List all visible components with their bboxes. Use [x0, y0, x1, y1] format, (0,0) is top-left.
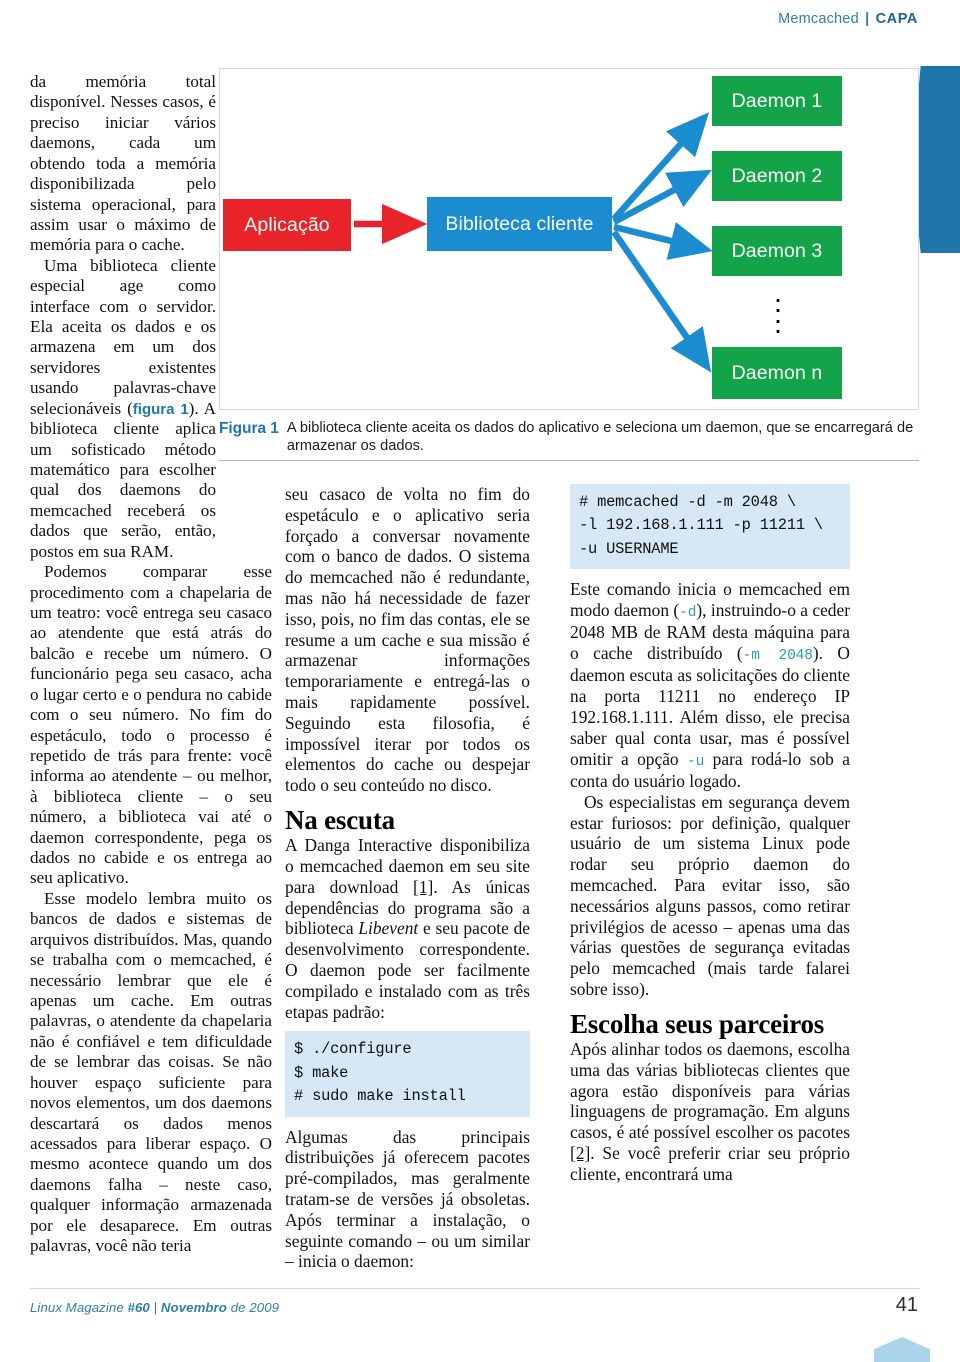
figure-node-daemon-2: Daemon 2	[712, 151, 842, 201]
running-head-topic: Memcached	[778, 11, 859, 27]
page-number: 41	[895, 1294, 918, 1316]
figure-caption-text: A biblioteca cliente aceita os dados do …	[286, 420, 914, 455]
paragraph-left-2: Uma biblioteca cliente especial age como…	[30, 256, 216, 562]
page-edge-tab-icon	[912, 66, 960, 253]
figure-node-daemon-3-label: Daemon 3	[731, 239, 823, 262]
inline-code-u-flag: -u	[687, 753, 705, 770]
paragraph-left-3: Podemos comparar esse procedimento com a…	[30, 562, 272, 888]
page-badge-icon	[874, 1337, 930, 1362]
footer-magazine-name: Linux Magazine	[30, 1300, 128, 1315]
reference-link-2[interactable]: [2]	[570, 1143, 590, 1163]
figure-reference-link[interactable]: figura 1	[133, 401, 189, 418]
paragraph-left-2-a: Uma biblioteca cliente especial age como…	[30, 255, 216, 418]
paragraph-right-3-b: . Se você preferir criar seu próprio cli…	[570, 1143, 850, 1184]
reference-link-1[interactable]: [1]	[413, 877, 433, 897]
paragraph-left-4: Esse modelo lembra muito os bancos de da…	[30, 888, 272, 1256]
running-head-section: CAPA	[875, 11, 918, 27]
magazine-page: Memcached | CAPA Aplicação Biblioteca cl…	[0, 0, 960, 1362]
figure-node-daemon-2-label: Daemon 2	[731, 164, 823, 187]
paragraph-middle-3: Algumas das principais distribuições já …	[285, 1126, 530, 1272]
column-middle: seu casaco de volta no fim do espetáculo…	[285, 484, 530, 1272]
code-block-memcached-start: # memcached -d -m 2048 \ -l 192.168.1.11…	[570, 484, 850, 570]
paragraph-right-1: Este comando inicia o memcached em modo …	[570, 579, 850, 792]
paragraph-middle-1: seu casaco de volta no fim do espetáculo…	[285, 484, 530, 796]
running-head-separator: |	[865, 11, 870, 27]
paragraph-left-2-b: ). A biblioteca cliente aplica um sofist…	[30, 398, 217, 561]
footer-rule	[30, 1288, 920, 1289]
footer-issue: #60	[127, 1300, 150, 1315]
footer-month: Novembro	[160, 1300, 227, 1315]
paragraph-right-3-a: Após alinhar todos os daemons, escolha u…	[570, 1039, 850, 1143]
figure-node-biblioteca-cliente-label: Biblioteca cliente	[445, 212, 594, 235]
figure-caption: Figura 1 A biblioteca cliente aceita os …	[219, 419, 919, 455]
figure-node-daemon-3: Daemon 3	[712, 226, 842, 276]
figure-node-daemon-n-label: Daemon n	[731, 361, 823, 384]
heading-escolha-seus-parceiros: Escolha seus parceiros	[570, 1008, 825, 1039]
column-left: da memória total disponível. Nesses caso…	[30, 72, 272, 1256]
column-left-wide-block: Podemos comparar esse procedimento com a…	[30, 476, 272, 1256]
column-left-narrow-block: da memória total disponível. Nesses caso…	[30, 72, 216, 562]
paragraph-middle-2: A Danga Interactive disponibiliza o memc…	[285, 835, 530, 1022]
inline-code-m-flag: -m 2048	[742, 648, 813, 665]
figure-node-biblioteca-cliente: Biblioteca cliente	[427, 197, 612, 251]
figure-vertical-ellipsis-icon: ....	[775, 285, 781, 339]
paragraph-right-3: Após alinhar todos os daemons, escolha u…	[570, 1039, 850, 1185]
figure-bottom-rule	[219, 460, 919, 461]
footer-year: de 2009	[226, 1300, 280, 1315]
paragraph-left-1: da memória total disponível. Nesses caso…	[30, 72, 216, 255]
code-block-install: $ ./configure $ make # sudo make install	[285, 1031, 530, 1117]
heading-na-escuta: Na escuta	[285, 804, 395, 835]
footer-separator: |	[149, 1300, 161, 1315]
libevent-emphasis: Libevent	[358, 918, 419, 939]
paragraph-right-2: Os especialistas em segurança devem esta…	[570, 791, 850, 999]
running-head: Memcached | CAPA	[778, 11, 918, 27]
figure-1: Aplicação Biblioteca cliente Daemon 1 Da…	[219, 68, 919, 455]
figure-node-daemon-1: Daemon 1	[712, 76, 842, 126]
footer-magazine-info: Linux Magazine #60 | Novembro de 2009	[30, 1300, 279, 1315]
column-right: # memcached -d -m 2048 \ -l 192.168.1.11…	[570, 484, 850, 1185]
inline-code-d-flag: -d	[679, 605, 697, 622]
figure-node-daemon-1-label: Daemon 1	[731, 89, 823, 112]
figure-diagram: Aplicação Biblioteca cliente Daemon 1 Da…	[219, 68, 919, 410]
figure-node-daemon-n: Daemon n	[712, 347, 842, 399]
